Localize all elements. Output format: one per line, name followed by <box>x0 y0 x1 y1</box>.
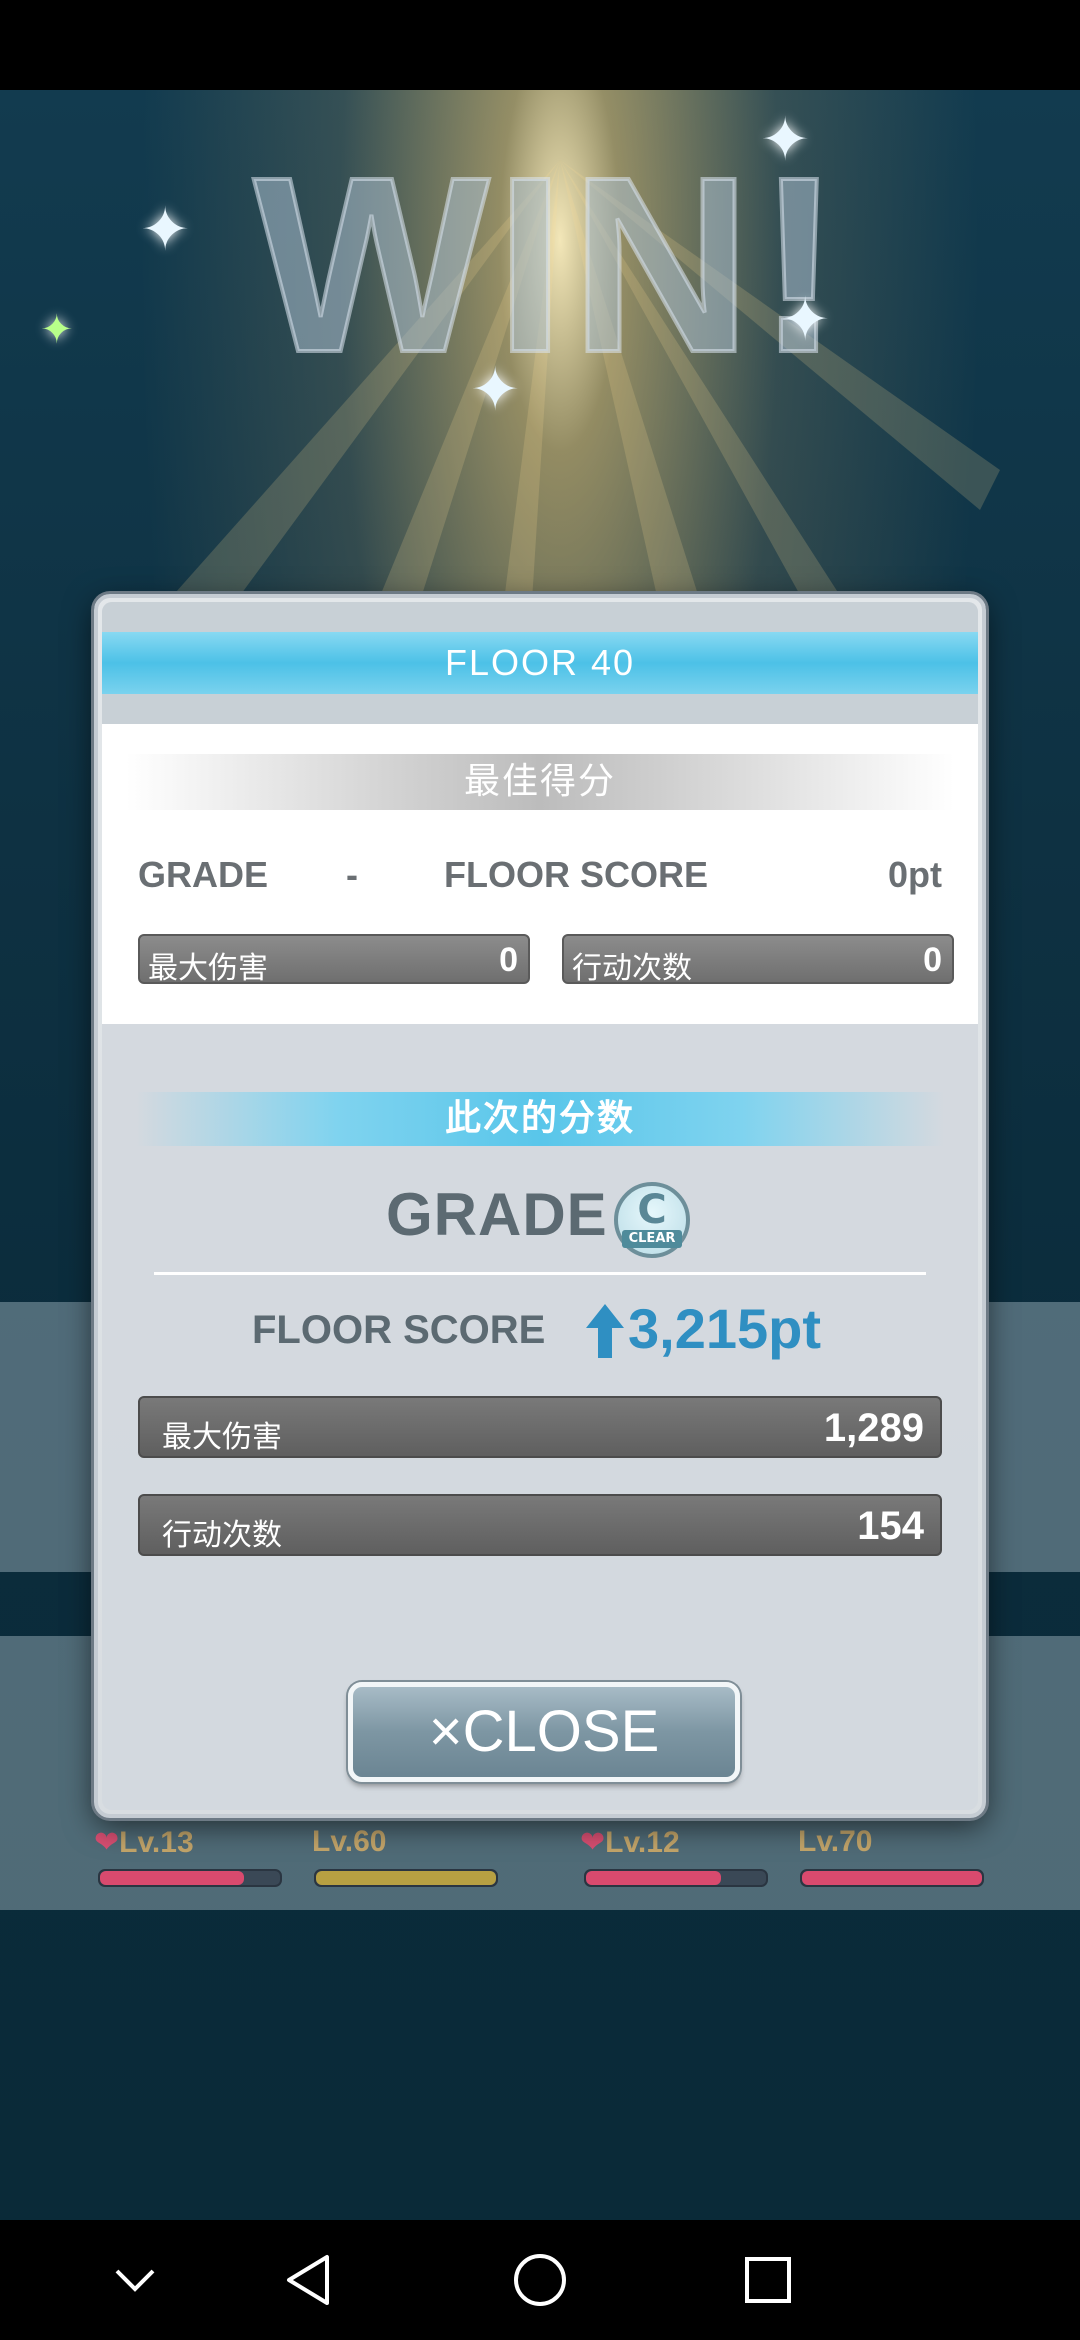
hp-bar <box>800 1869 984 1887</box>
best-grade-value: - <box>346 854 358 895</box>
best-floor-score-value: 0pt <box>888 854 942 895</box>
current-actions: 行动次数 154 <box>138 1494 942 1556</box>
current-grade-label: GRADE <box>386 1181 608 1248</box>
chevron-down-icon[interactable] <box>95 2240 175 2320</box>
hp-fill <box>316 1871 496 1885</box>
current-actions-value: 154 <box>857 1504 924 1548</box>
result-dialog: FLOOR 40 最佳得分 GRADE - FLOOR SCORE 0pt 最大… <box>94 594 986 1818</box>
grade-badge-letter: C <box>637 1187 667 1233</box>
back-icon[interactable] <box>268 2240 348 2320</box>
best-max-damage: 最大伤害 0 <box>138 934 530 986</box>
current-floor-score-label: FLOOR SCORE <box>252 1308 546 1352</box>
grade-badge-text: CLEAR <box>622 1230 682 1248</box>
system-nav-bar <box>0 2220 1080 2340</box>
best-score-section: 最佳得分 GRADE - FLOOR SCORE 0pt 最大伤害 0 行动次数… <box>102 724 978 1024</box>
sparkle-icon: ✦ <box>40 307 74 353</box>
hp-fill <box>100 1871 244 1885</box>
floor-title: FLOOR 40 <box>102 632 978 694</box>
best-actions-label: 行动次数 <box>572 951 692 986</box>
best-actions: 行动次数 0 <box>562 934 954 986</box>
hp-bar <box>584 1869 768 1887</box>
arrow-up-icon <box>586 1304 624 1362</box>
current-floor-score-value: 3,215pt <box>628 1297 821 1360</box>
current-score-title: 此次的分数 <box>136 1092 944 1146</box>
best-actions-value: 0 <box>923 941 942 979</box>
team-member-1[interactable]: ❤Lv.13 <box>94 1825 284 1887</box>
heart-icon: ❤ <box>94 1825 120 1860</box>
current-max-damage: 最大伤害 1,289 <box>138 1396 942 1458</box>
best-max-damage-label: 最大伤害 <box>148 951 268 986</box>
current-actions-label: 行动次数 <box>162 1518 282 1553</box>
team-member-3[interactable]: ❤Lv.12 <box>580 1825 770 1887</box>
sparkle-icon: ✦ <box>470 355 521 425</box>
member-level: Lv.70 <box>798 1825 873 1858</box>
grade-clear-badge: C CLEAR <box>614 1182 690 1258</box>
divider <box>154 1272 926 1275</box>
sparkle-icon: ✦ <box>780 285 831 355</box>
best-floor-score-label: FLOOR SCORE <box>444 854 709 895</box>
team-hp-row: ❤Lv.13 Lv.60 ❤Lv.12 Lv.70 <box>0 1825 1080 1887</box>
sparkle-icon: ✦ <box>140 195 191 265</box>
hp-bar <box>98 1869 282 1887</box>
recents-icon[interactable] <box>728 2240 808 2320</box>
member-level: Lv.60 <box>312 1825 387 1858</box>
team-member-4[interactable]: Lv.70 <box>798 1825 988 1887</box>
team-member-2[interactable]: Lv.60 <box>312 1825 502 1887</box>
hp-fill <box>586 1871 721 1885</box>
best-grade-label: GRADE <box>138 854 269 895</box>
best-score-title: 最佳得分 <box>126 754 954 810</box>
status-bar <box>0 0 1080 90</box>
member-level: Lv.12 <box>605 1826 680 1859</box>
hp-bar <box>314 1869 498 1887</box>
current-max-damage-value: 1,289 <box>823 1406 924 1450</box>
sparkle-icon: ✦ <box>760 105 811 175</box>
hp-fill <box>802 1871 982 1885</box>
home-icon[interactable] <box>500 2240 580 2320</box>
best-grade-row: GRADE - FLOOR SCORE 0pt <box>102 846 978 906</box>
current-max-damage-label: 最大伤害 <box>162 1420 282 1455</box>
heart-icon: ❤ <box>580 1825 606 1860</box>
member-level: Lv.13 <box>119 1826 194 1859</box>
best-max-damage-value: 0 <box>499 941 518 979</box>
result-dialog-body: FLOOR 40 最佳得分 GRADE - FLOOR SCORE 0pt 最大… <box>102 602 978 1810</box>
close-button[interactable]: ×CLOSE <box>348 1682 740 1782</box>
